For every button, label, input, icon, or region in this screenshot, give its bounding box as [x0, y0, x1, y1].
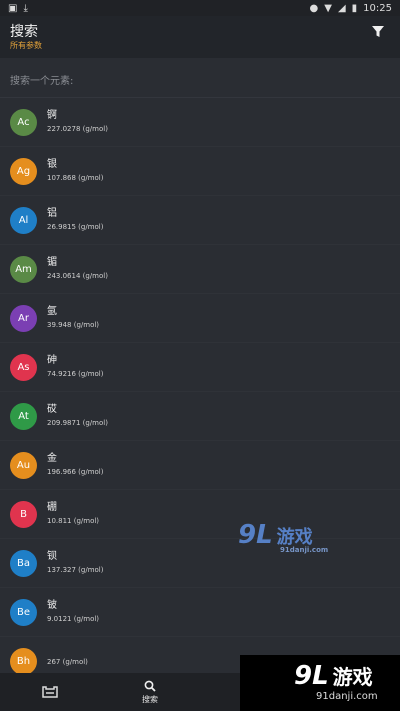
element-info: 银 107.868 (g/mol)	[47, 159, 103, 183]
element-mass: 9.0121 (g/mol)	[47, 615, 100, 623]
element-info: 钡 137.327 (g/mol)	[47, 551, 103, 575]
element-symbol-badge: Ba	[10, 549, 37, 577]
element-symbol-badge: At	[10, 402, 37, 430]
element-info: 砹 209.9871 (g/mol)	[47, 404, 108, 428]
watermark-corner-logo: 9L	[294, 661, 329, 691]
element-name: 金	[47, 453, 57, 464]
element-name: 银	[47, 159, 57, 170]
nav-search[interactable]: 搜索	[100, 673, 200, 711]
element-row[interactable]: Be 铍 9.0121 (g/mol)	[0, 588, 400, 637]
element-row[interactable]: At 砹 209.9871 (g/mol)	[0, 392, 400, 441]
element-row[interactable]: Am 镅 243.0614 (g/mol)	[0, 245, 400, 294]
watermark-corner-sub: 91danji.com	[316, 691, 378, 702]
element-info: 硼 10.811 (g/mol)	[47, 502, 99, 526]
element-symbol-badge: As	[10, 353, 37, 381]
element-mass: 39.948 (g/mol)	[47, 321, 100, 329]
element-row[interactable]: Ag 银 107.868 (g/mol)	[0, 147, 400, 196]
watermark-center-logo: 9L	[238, 520, 273, 550]
element-mass: 74.9216 (g/mol)	[47, 370, 104, 378]
page-subtitle: 所有参数	[10, 41, 42, 50]
element-name: 钡	[47, 551, 57, 562]
element-info: 镅 243.0614 (g/mol)	[47, 257, 108, 281]
element-info: 铍 9.0121 (g/mol)	[47, 600, 99, 624]
element-list: Ac 锕 227.0278 (g/mol) Ag 银 107.868 (g/mol) Al 铝…	[0, 98, 400, 673]
element-mass: 107.868 (g/mol)	[47, 174, 104, 182]
signal-icon: ◢	[337, 2, 346, 14]
status-bar: ▣ ⤓ ● ▼ ◢ ▮ 10:25	[0, 0, 400, 16]
search-icon	[144, 680, 156, 692]
nav-table[interactable]	[0, 673, 100, 711]
element-mass: 267 (g/mol)	[47, 658, 88, 666]
table-icon	[42, 686, 58, 698]
page-title: 搜索	[10, 24, 38, 40]
element-mass: 26.9815 (g/mol)	[47, 223, 104, 231]
element-mass: 137.327 (g/mol)	[47, 566, 104, 574]
element-row[interactable]: Ba 钡 137.327 (g/mol)	[0, 539, 400, 588]
element-name: 锕	[47, 110, 57, 121]
wifi-icon: ▼	[324, 2, 332, 14]
element-mass: 227.0278 (g/mol)	[47, 125, 108, 133]
element-symbol-badge: Ac	[10, 108, 37, 136]
element-row[interactable]: Ac 锕 227.0278 (g/mol)	[0, 98, 400, 147]
element-symbol-badge: Ag	[10, 157, 37, 185]
element-mass: 209.9871 (g/mol)	[47, 419, 108, 427]
element-symbol-badge: Au	[10, 451, 37, 479]
download-icon: ⤓	[23, 2, 28, 14]
element-symbol-badge: Am	[10, 255, 37, 283]
search-input[interactable]: 搜索一个元素:	[0, 58, 400, 98]
element-row[interactable]: Al 铝 26.9815 (g/mol)	[0, 196, 400, 245]
element-mass: 243.0614 (g/mol)	[47, 272, 108, 280]
element-row[interactable]: Au 金 196.966 (g/mol)	[0, 441, 400, 490]
watermark-center: 9L 游戏 91danji.com	[238, 520, 328, 554]
element-symbol-badge: Al	[10, 206, 37, 234]
watermark-corner-top: 9L 游戏	[294, 661, 373, 691]
element-row[interactable]: B 硼 10.811 (g/mol)	[0, 490, 400, 539]
element-symbol-badge: Be	[10, 598, 37, 626]
battery-icon: ▮	[351, 2, 358, 14]
watermark-corner: 9L 游戏 91danji.com	[240, 655, 400, 711]
status-right: ● ▼ ◢ ▮ 10:25	[310, 3, 392, 14]
element-symbol-badge: Ar	[10, 304, 37, 332]
filter-icon	[372, 26, 384, 37]
status-left: ▣ ⤓	[8, 3, 28, 14]
element-info: 金 196.966 (g/mol)	[47, 453, 103, 477]
element-mass: 196.966 (g/mol)	[47, 468, 104, 476]
element-name: 砹	[47, 404, 57, 415]
element-info: 氩 39.948 (g/mol)	[47, 306, 99, 330]
element-name: 铍	[47, 600, 57, 611]
element-name: 砷	[47, 355, 57, 366]
element-symbol-badge: B	[10, 500, 37, 528]
element-name: 镅	[47, 257, 57, 268]
watermark-corner-text: 游戏	[332, 665, 373, 689]
element-name: 氩	[47, 306, 57, 317]
filter-button[interactable]	[370, 24, 386, 40]
element-info: 砷 74.9216 (g/mol)	[47, 355, 103, 379]
location-icon: ●	[309, 2, 319, 14]
element-symbol-badge: Bh	[10, 647, 37, 673]
nav-search-label: 搜索	[142, 694, 158, 704]
notification-icon: ▣	[8, 2, 18, 14]
element-info: 锕 227.0278 (g/mol)	[47, 110, 108, 134]
element-name: 铝	[47, 208, 57, 219]
element-name: 硼	[47, 502, 57, 513]
element-info: 铝 26.9815 (g/mol)	[47, 208, 103, 232]
status-time: 10:25	[363, 2, 392, 14]
app-bar: 搜索 所有参数	[0, 16, 400, 58]
watermark-center-sub: 91danji.com	[280, 546, 329, 554]
element-info: 267 (g/mol)	[47, 655, 88, 667]
element-mass: 10.811 (g/mol)	[47, 517, 100, 525]
element-row[interactable]: Ar 氩 39.948 (g/mol)	[0, 294, 400, 343]
element-row[interactable]: As 砷 74.9216 (g/mol)	[0, 343, 400, 392]
